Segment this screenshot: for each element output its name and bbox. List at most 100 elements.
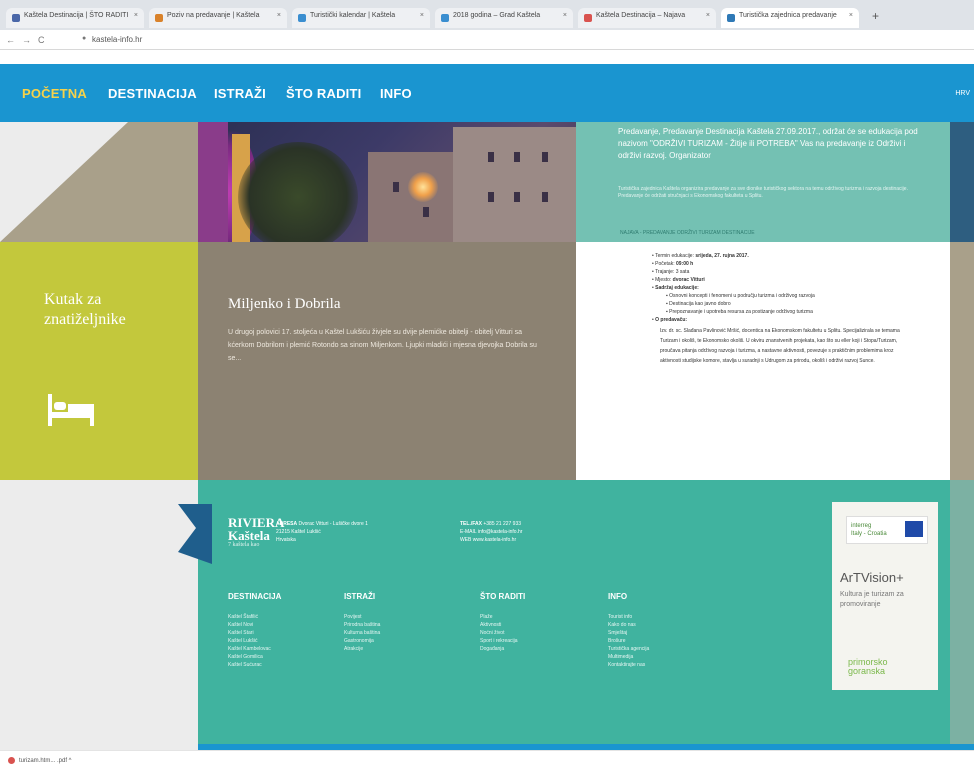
banner-title: ArTVision+ <box>840 570 904 585</box>
browser-tab[interactable]: Poziv na predavanje | Kaštela × <box>149 8 287 28</box>
browser-tab[interactable]: 2018 godina – Grad Kaštela × <box>435 8 573 28</box>
tab-label: Turistička zajednica predavanje <box>739 12 837 19</box>
interreg-logo: interreg Italy - Croatia <box>846 516 928 544</box>
footer-link[interactable]: Smještaj <box>608 629 649 637</box>
triangle-decor <box>0 122 198 242</box>
announcement-block: Predavanje, Predavanje Destinacija Kašte… <box>576 122 950 242</box>
footer-link[interactable]: Tourist info <box>608 613 649 621</box>
favicon-icon <box>155 14 163 22</box>
tab-label: Poziv na predavanje | Kaštela <box>167 12 260 19</box>
footer-link[interactable]: Kaštel Lukšić <box>228 637 281 645</box>
nav-item-info[interactable]: INFO <box>380 86 412 101</box>
banner-subtitle: Kultura je turizam za promoviranje <box>840 591 904 608</box>
favicon-icon <box>584 14 592 22</box>
tab-label: 2018 godina – Grad Kaštela <box>453 12 541 19</box>
footer-link[interactable]: Multimedija <box>608 653 649 661</box>
footer-col-destinacija: DESTINACIJA Kaštel Štafilić Kaštel Novi … <box>228 592 282 669</box>
footer-link[interactable]: Brošure <box>608 637 649 645</box>
language-switch[interactable]: HRV <box>955 90 970 97</box>
side-strip <box>950 122 974 242</box>
content-item: Prepoznavanje i upotreba resursa za post… <box>652 308 902 316</box>
favicon-icon <box>298 14 306 22</box>
announcement-text: Predavanje, Predavanje Destinacija Kašte… <box>618 127 918 160</box>
download-item[interactable]: turizam.htm... .pdf ^ <box>8 757 72 764</box>
site-navigation: POČETNA DESTINACIJA ISTRAŽI ŠTO RADITI I… <box>0 64 974 122</box>
hero-decor <box>0 122 198 242</box>
footer-link[interactable]: Kulturna baština <box>344 629 380 637</box>
story-title: Miljenko i Dobrila <box>228 296 341 312</box>
detail-duration: Trajanje: 3 sata <box>652 268 902 276</box>
footer-link[interactable]: Sport i rekreacija <box>480 637 525 645</box>
content-item: Osnovni koncepti i fenomeni u području t… <box>652 292 902 300</box>
nav-item-destinacija[interactable]: DESTINACIJA <box>108 86 197 101</box>
browser-tab[interactable]: Kaštela Destinacija | ŠTO RADITI × <box>6 8 144 28</box>
lecturer-bio: Izv. dr. sc. Slađana Pavlinović Mršić, d… <box>660 328 900 364</box>
footer-link[interactable]: Kako do nas <box>608 621 649 629</box>
footer-col-istrazi: ISTRAŽI Povijest Prirodna baština Kultur… <box>344 592 381 653</box>
browser-tab[interactable]: Kaštela Destinacija – Najava × <box>578 8 716 28</box>
artvision-banner[interactable]: interreg Italy - Croatia ArTVision+ Kult… <box>832 502 938 690</box>
footer-link[interactable]: Gastronomija <box>344 637 380 645</box>
browser-tab[interactable]: Turistička zajednica predavanje × <box>721 8 859 28</box>
nav-item-istrazi[interactable]: ISTRAŽI <box>214 86 266 101</box>
close-tab-icon[interactable]: × <box>134 12 138 19</box>
story-tile[interactable]: Miljenko i Dobrila U drugoj polovici 17.… <box>198 242 576 480</box>
footer-side-strip <box>950 480 974 744</box>
announcement-link[interactable]: NAJAVA - PREDAVANJE ODRŽIVI TURIZAM DEST… <box>620 230 755 236</box>
footer-link[interactable]: Događanja <box>480 645 525 653</box>
footer-left-space <box>0 480 198 750</box>
url-text[interactable]: kastela-info.hr <box>92 35 142 44</box>
favicon-icon <box>441 14 449 22</box>
footer-link[interactable]: Turistička agencija <box>608 645 649 653</box>
nav-item-sto-raditi[interactable]: ŠTO RADITI <box>286 86 361 101</box>
detail-location: Mjesto: dvorac Vitturi <box>652 276 902 284</box>
footer-address: ADRESA Dvorac Vitturi - Lušičke dvore 1 … <box>276 521 368 543</box>
nav-item-pocetna[interactable]: POČETNA <box>22 86 87 101</box>
footer-link[interactable]: Noćni život <box>480 629 525 637</box>
tab-label: Kaštela Destinacija – Najava <box>596 12 686 19</box>
footer-link[interactable]: Kaštel Stari <box>228 629 281 637</box>
detail-date: Termin edukacije: srijeda, 27. rujna 201… <box>652 252 902 260</box>
footer-link[interactable]: Prirodna baština <box>344 621 380 629</box>
close-tab-icon[interactable]: × <box>277 12 281 19</box>
footer-link[interactable]: Kaštel Štafilić <box>228 613 281 621</box>
footer-col-sto-raditi: ŠTO RADITI Plaže Aktivnosti Noćni život … <box>480 592 526 653</box>
content-item: Destinacija kao javno dobro <box>652 300 902 308</box>
favicon-icon <box>727 14 735 22</box>
footer-link[interactable]: Aktivnosti <box>480 621 525 629</box>
back-icon[interactable]: ← <box>6 35 15 45</box>
footer-link[interactable]: Kaštel Gomilica <box>228 653 281 661</box>
close-tab-icon[interactable]: × <box>420 12 424 19</box>
banner-brand: primorsko goranska <box>848 657 888 676</box>
forward-icon[interactable]: → <box>22 35 31 45</box>
close-tab-icon[interactable]: × <box>706 12 710 19</box>
close-tab-icon[interactable]: × <box>849 12 853 19</box>
footer-link[interactable]: Povijest <box>344 613 380 621</box>
event-details-list: Termin edukacije: srijeda, 27. rujna 201… <box>652 252 902 366</box>
new-tab-button[interactable]: + <box>872 9 879 23</box>
footer-link[interactable]: Kaštel Sućurac <box>228 661 281 669</box>
footer-contacts: TEL./FAX +385 21 227 933 E-MAIL info@kas… <box>460 521 523 543</box>
browser-tab-bar: Kaštela Destinacija | ŠTO RADITI × Poziv n… <box>0 0 974 30</box>
kutak-title: Kutak za znatiželjnike <box>44 291 126 328</box>
footer-link[interactable]: Plaže <box>480 613 525 621</box>
footer-link[interactable]: Kaštel Kambelovac <box>228 645 281 653</box>
reload-icon[interactable]: C <box>38 35 45 45</box>
kutak-tile[interactable]: Kutak za znatiželjnike <box>0 242 198 480</box>
announcement-detail: Turistička zajednica Kaštela organizira … <box>618 186 908 199</box>
footer-link[interactable]: Kontaktirajte nas <box>608 661 649 669</box>
close-tab-icon[interactable]: × <box>563 12 567 19</box>
address-bar[interactable]: ← → C ● kastela-info.hr <box>0 30 974 50</box>
tab-label: Kaštela Destinacija | ŠTO RADITI <box>24 12 129 19</box>
side-strip-2 <box>950 242 974 480</box>
eu-flag-icon <box>905 521 923 537</box>
tab-label: Turistički kalendar | Kaštela <box>310 12 396 19</box>
detail-content-heading: Sadržaj edukacije: <box>652 284 902 292</box>
footer-link[interactable]: Atrakcije <box>344 645 380 653</box>
browser-tab[interactable]: Turistički kalendar | Kaštela × <box>292 8 430 28</box>
footer-col-info: INFO Tourist info Kako do nas Smještaj B… <box>608 592 650 669</box>
detail-start: Početak: 09:00 h <box>652 260 902 268</box>
story-excerpt: U drugoj polovici 17. stoljeća u Kaštel … <box>228 329 537 362</box>
bed-icon <box>48 394 94 426</box>
footer-link[interactable]: Kaštel Novi <box>228 621 281 629</box>
